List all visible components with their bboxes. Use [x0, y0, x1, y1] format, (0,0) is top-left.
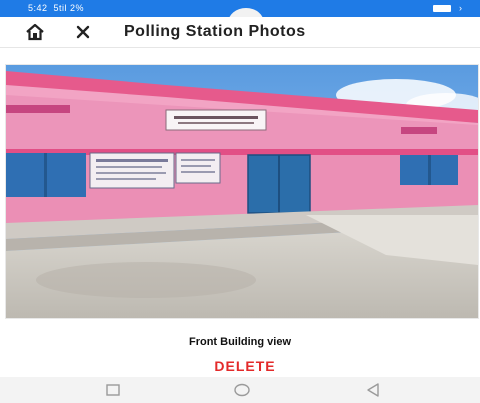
photo-illustration [6, 65, 478, 318]
triangle-back-icon [367, 383, 379, 397]
home-button[interactable] [24, 21, 46, 43]
building-photo[interactable] [5, 64, 479, 319]
delete-button[interactable]: DELETE [190, 356, 300, 376]
home-nav-button[interactable] [233, 382, 251, 398]
square-icon [106, 384, 120, 396]
chevron-right-icon: › [459, 3, 462, 13]
page-title: Polling Station Photos [124, 23, 306, 40]
home-icon [26, 23, 44, 41]
app-bar: Polling Station Photos [0, 17, 480, 48]
circle-icon [234, 383, 250, 397]
recent-apps-button[interactable] [104, 382, 122, 398]
battery-icon [433, 4, 451, 12]
close-button[interactable] [72, 21, 94, 43]
navigation-bar [0, 377, 480, 403]
status-time: 5:42 5til 2% [28, 3, 85, 13]
status-right: › [433, 3, 462, 13]
close-icon [76, 25, 90, 39]
photo-caption: Front Building view [188, 336, 292, 348]
back-nav-button[interactable] [364, 382, 382, 398]
